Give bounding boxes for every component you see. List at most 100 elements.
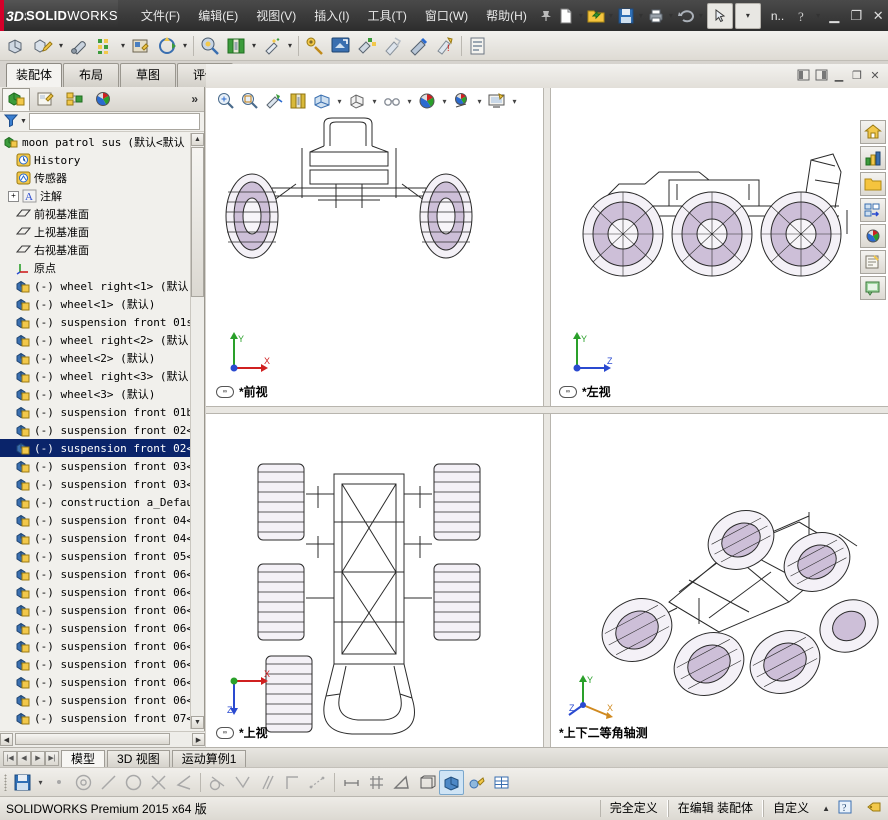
menu-file[interactable]: 文件(F)	[132, 3, 189, 28]
apply-scene-icon[interactable]	[415, 89, 439, 113]
tree-item-30[interactable]: (-) suspension front 06<	[0, 691, 191, 709]
tree-item-3[interactable]: 前视基准面	[0, 205, 191, 223]
save-caret-icon[interactable]: ▾	[35, 770, 46, 794]
tab-3d-view[interactable]: 3D 视图	[107, 749, 170, 767]
new-motion-study-caret-icon[interactable]: ▾	[285, 36, 295, 56]
move-component-icon[interactable]	[154, 33, 180, 59]
linear-pattern-caret-icon[interactable]: ▾	[118, 36, 128, 56]
new-document-caret-icon[interactable]: ▾	[576, 6, 586, 26]
viewport-front[interactable]: Y X ∞ *前视	[206, 88, 543, 406]
close-icon[interactable]: ✕	[867, 6, 888, 26]
print-caret-icon[interactable]: ▾	[666, 6, 676, 26]
document-restore-icon[interactable]: ❐	[848, 67, 866, 83]
table-icon[interactable]	[489, 770, 514, 795]
tree-item-0[interactable]: History	[0, 151, 191, 169]
help-question-icon[interactable]: ?	[793, 6, 813, 26]
tree-item-28[interactable]: (-) suspension front 06<	[0, 655, 191, 673]
open-folder-caret-icon[interactable]: ▾	[606, 6, 616, 26]
assembly-features-icon[interactable]	[197, 33, 223, 59]
document-close-icon[interactable]: ✕	[866, 67, 884, 83]
display-style-icon[interactable]	[310, 89, 334, 113]
tree-item-5[interactable]: 右视基准面	[0, 241, 191, 259]
view-setting-display-caret-icon[interactable]: ▾	[509, 89, 520, 113]
ribbon-tab-layout[interactable]: 布局	[63, 63, 119, 87]
tree-item-21[interactable]: (-) suspension front 04<	[0, 529, 191, 547]
menu-help[interactable]: 帮助(H)	[477, 3, 536, 28]
undo-caret-icon[interactable]: ▾	[696, 6, 706, 26]
tree-item-2[interactable]: + A 注解	[0, 187, 191, 205]
tab-nav-last[interactable]: ▶|	[45, 750, 59, 766]
viewport-splitter-horizontal[interactable]	[206, 406, 888, 414]
tab-model[interactable]: 模型	[61, 749, 106, 767]
hide-show-items-caret-icon[interactable]: ▾	[369, 89, 380, 113]
design-library-button[interactable]	[860, 146, 886, 170]
appearances-scenes-button[interactable]	[860, 224, 886, 248]
tree-item-26[interactable]: (-) suspension front 06<	[0, 619, 191, 637]
document-minimize-icon[interactable]: ▁	[830, 67, 848, 83]
tab-nav-first[interactable]: |◀	[3, 750, 17, 766]
insert-components-icon[interactable]	[4, 33, 30, 59]
new-document-icon[interactable]	[556, 6, 576, 26]
edit-appearance-caret-icon[interactable]: ▾	[474, 89, 485, 113]
print-icon[interactable]	[646, 6, 666, 26]
status-units-caret-icon[interactable]: ▲	[818, 804, 834, 813]
undo-icon[interactable]	[676, 6, 696, 26]
scroll-down-button[interactable]: ▼	[191, 716, 204, 729]
tab-nav-next[interactable]: ▶	[31, 750, 45, 766]
tree-item-7[interactable]: (-) wheel right<1> (默认	[0, 277, 191, 295]
viewport-splitter-vertical[interactable]	[543, 88, 551, 747]
tree-item-18[interactable]: (-) suspension front 03<	[0, 475, 191, 493]
view-palette-button[interactable]	[860, 198, 886, 222]
solidworks-resources-button[interactable]	[860, 120, 886, 144]
status-units[interactable]: 自定义	[763, 800, 818, 817]
tree-item-8[interactable]: (-) wheel<1> (默认)	[0, 295, 191, 313]
tree-item-17[interactable]: (-) suspension front 03<	[0, 457, 191, 475]
tree-item-14[interactable]: (-) suspension front 01b	[0, 403, 191, 421]
feature-manager-tab[interactable]	[2, 87, 30, 111]
save-icon[interactable]	[10, 770, 35, 795]
tree-item-20[interactable]: (-) suspension front 04<	[0, 511, 191, 529]
mate-icon[interactable]	[66, 33, 92, 59]
tree-item-10[interactable]: (-) wheel right<2> (默认	[0, 331, 191, 349]
display-manager-tab[interactable]	[89, 88, 117, 111]
view-settings-caret-icon[interactable]: ▾	[404, 89, 415, 113]
tree-item-31[interactable]: (-) suspension front 07<	[0, 709, 191, 727]
tab-motion-study-1[interactable]: 运动算例1	[171, 749, 247, 767]
tree-item-15[interactable]: (-) suspension front 02<	[0, 421, 191, 439]
tree-item-12[interactable]: (-) wheel right<3> (默认	[0, 367, 191, 385]
rebuild-label[interactable]: n..	[762, 5, 793, 27]
tree-item-27[interactable]: (-) suspension front 06<	[0, 637, 191, 655]
tree-item-13[interactable]: (-) wheel<3> (默认)	[0, 385, 191, 403]
tree-item-9[interactable]: (-) suspension front 01s	[0, 313, 191, 331]
help-caret-icon[interactable]: ▾	[813, 6, 823, 26]
graphics-area[interactable]: ▁ ❐ ✕ Y X ∞ *前视 Y Z ∞ *左视 Z X ∞ *上视 Y X …	[206, 64, 888, 747]
tree-item-19[interactable]: (-) construction a_Defau	[0, 493, 191, 511]
hole-alignment-icon[interactable]: !	[432, 33, 458, 59]
menu-tools[interactable]: 工具(T)	[359, 3, 416, 28]
menu-window[interactable]: 窗口(W)	[416, 3, 477, 28]
split-left-icon[interactable]	[794, 67, 812, 83]
tree-expand-icon[interactable]: +	[8, 190, 19, 202]
zoom-to-fit-icon[interactable]	[214, 89, 238, 113]
tree-item-6[interactable]: 原点	[0, 259, 191, 277]
tree-item-1[interactable]: 传感器	[0, 169, 191, 187]
move-component-caret-icon[interactable]: ▾	[180, 36, 190, 56]
viewport-top[interactable]: Z X ∞ *上视	[206, 412, 543, 747]
feature-tree-scrollbar-vertical[interactable]: ▲ ▼	[190, 133, 204, 729]
split-right-icon[interactable]	[812, 67, 830, 83]
zoom-to-area-icon[interactable]	[238, 89, 262, 113]
reference-geometry-caret-icon[interactable]: ▾	[249, 36, 259, 56]
exploded-view-icon[interactable]	[328, 33, 354, 59]
assembly-visualization-icon[interactable]	[465, 33, 491, 59]
custom-properties-button[interactable]	[860, 250, 886, 274]
scroll-right-button[interactable]: ▶	[192, 733, 205, 746]
help-badge-icon[interactable]: ?	[834, 800, 856, 817]
hscroll-thumb[interactable]	[15, 733, 170, 745]
ribbon-tab-assembly[interactable]: 装配体	[6, 63, 62, 87]
shaded-display-icon[interactable]	[439, 769, 464, 795]
feature-tree[interactable]: moon patrol sus (默认<默认 History 传感器 + A 注解 前视基…	[0, 133, 191, 729]
shortcut-bar-button[interactable]	[860, 276, 886, 300]
edit-appearance-icon[interactable]	[450, 89, 474, 113]
tree-item-11[interactable]: (-) wheel<2> (默认)	[0, 349, 191, 367]
save-caret-icon[interactable]: ▾	[636, 6, 646, 26]
